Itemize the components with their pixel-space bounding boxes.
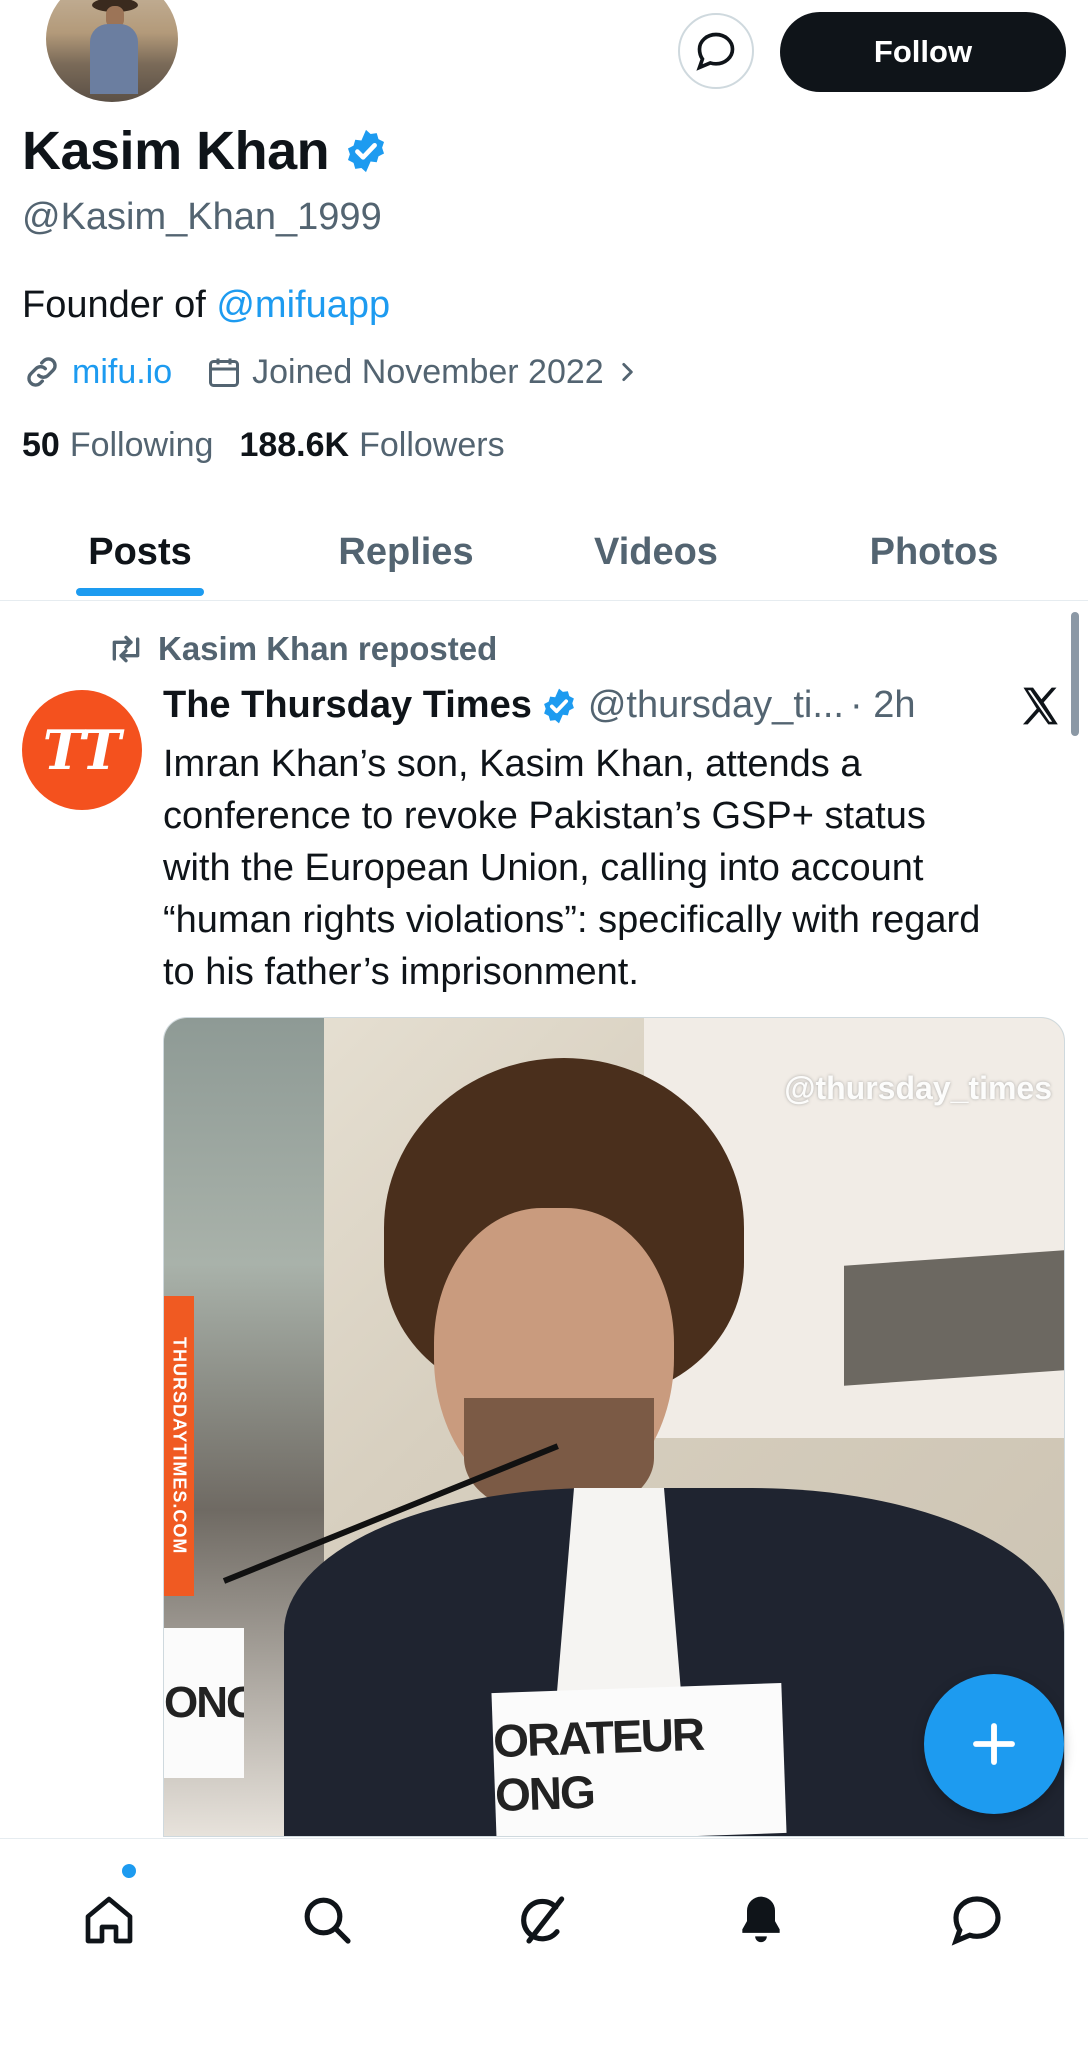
search-icon [304, 1897, 351, 1944]
link-icon [27, 357, 57, 387]
profile-meta: mifu.io Joined November 2022 [22, 352, 640, 392]
repost-label: Kasim Khan reposted [158, 630, 498, 667]
repost-header: Kasim Khan reposted [106, 630, 497, 668]
profile-avatar[interactable] [42, 0, 182, 106]
post-text: Imran Khan’s son, Kasim Khan, attends a … [163, 743, 981, 993]
home-notification-dot [122, 1864, 136, 1878]
nav-notifications[interactable] [716, 1875, 806, 1965]
media-side-banner: THURSDAYTIMES.COM [164, 1296, 194, 1596]
verified-badge-icon [543, 688, 574, 723]
media-sign: ORATEUR ONG [491, 1682, 787, 1836]
media-sign-left: ONG [164, 1628, 244, 1778]
home-icon [85, 1896, 133, 1944]
bottom-navigation [0, 1838, 1088, 2049]
website-text[interactable]: mifu.io [72, 353, 172, 392]
tab-replies[interactable]: Replies [306, 504, 506, 600]
bio-text: Founder of [22, 284, 217, 326]
profile-counts: 50 Following 188.6K Followers [22, 426, 505, 465]
author-avatar-text: TT [42, 718, 122, 782]
nav-messages[interactable] [932, 1875, 1022, 1965]
follow-button[interactable]: Follow [780, 12, 1066, 92]
bell-icon [742, 1896, 780, 1943]
scrollbar[interactable] [1071, 612, 1079, 736]
bio-mention-link[interactable]: @mifuapp [216, 284, 390, 326]
nav-grok[interactable] [498, 1875, 588, 1965]
message-bubble-icon [696, 32, 735, 71]
nav-search[interactable] [282, 1875, 372, 1965]
calendar-icon [209, 358, 240, 387]
repost-icon [112, 635, 140, 663]
tab-photos[interactable]: Photos [834, 504, 1034, 600]
author-name[interactable]: The Thursday Times [163, 684, 532, 727]
grok-icon [521, 1896, 565, 1944]
message-button[interactable] [678, 13, 754, 89]
joined-date[interactable]: Joined November 2022 [206, 353, 640, 392]
followers-count[interactable]: 188.6K Followers [239, 426, 504, 465]
profile-name: Kasim Khan [22, 120, 389, 182]
joined-text: Joined November 2022 [252, 352, 604, 391]
profile-bio: Founder of @mifuapp [22, 284, 390, 327]
post-header: The Thursday Times @thursday_ti... · 2h [163, 684, 915, 727]
profile-name-text: Kasim Khan [22, 121, 330, 181]
author-handle[interactable]: @thursday_ti... [588, 684, 844, 727]
tab-posts[interactable]: Posts [40, 504, 240, 600]
profile-handle: @Kasim_Khan_1999 [22, 196, 382, 238]
post-time: · 2h [850, 684, 916, 726]
plus-icon [973, 1723, 1015, 1765]
chevron-right-icon [622, 363, 633, 381]
website-link[interactable]: mifu.io [22, 352, 172, 392]
media-watermark: @thursday_times [784, 1070, 1052, 1106]
following-count[interactable]: 50 Following [22, 426, 213, 465]
x-logo-icon[interactable] [1018, 684, 1062, 733]
author-avatar[interactable]: TT [22, 690, 142, 810]
profile-tabs: Posts Replies Videos Photos [0, 504, 1088, 601]
nav-home[interactable] [64, 1875, 154, 1965]
active-tab-indicator [76, 588, 204, 596]
compose-button[interactable] [924, 1674, 1064, 1814]
chat-icon [951, 1896, 1001, 1946]
verified-badge-icon [348, 129, 385, 173]
tab-videos[interactable]: Videos [556, 504, 756, 600]
